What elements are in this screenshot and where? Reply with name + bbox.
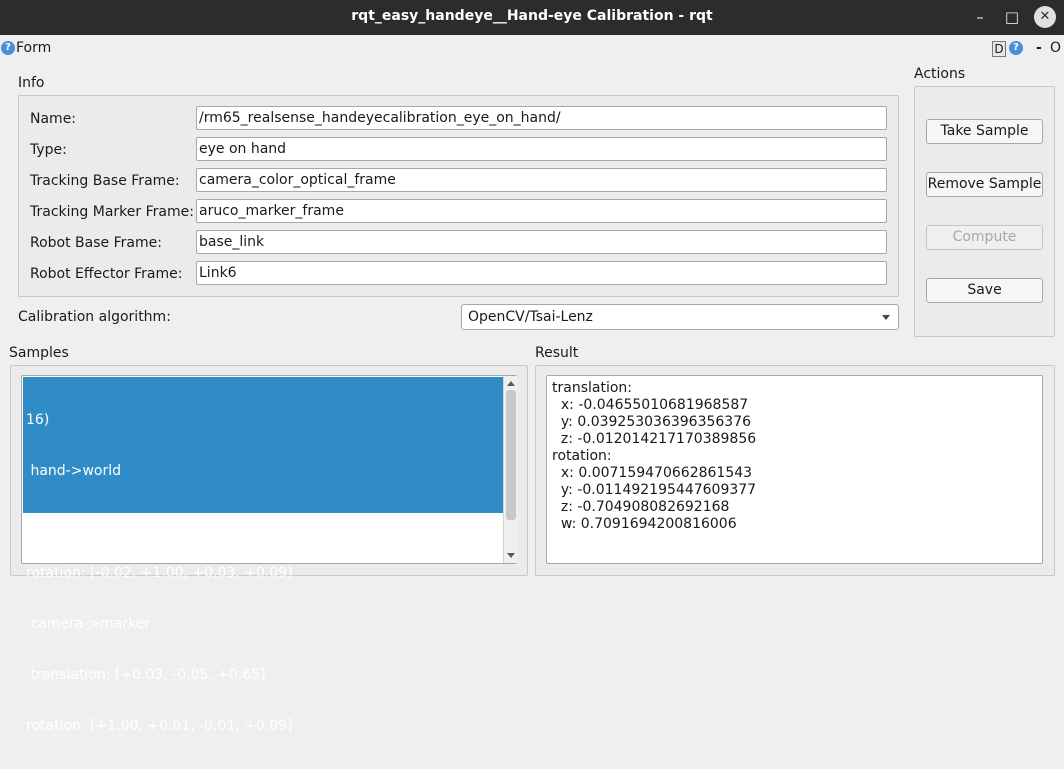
result-line: w: 0.7091694200816006	[552, 516, 737, 532]
sample-line: hand->world	[26, 463, 121, 479]
samples-list[interactable]: 16) hand->world translation: [+0.22, -0.…	[21, 375, 517, 734]
sample-line: translation: [+0.22, -0.02, +0.33]	[26, 514, 266, 530]
sample-line: rotation: [+1.00, +0.01, -0.01, +0.09]	[26, 718, 293, 734]
chevron-down-icon	[882, 315, 890, 320]
result-line: y: 0.039253036396356376	[552, 414, 752, 430]
close-icon[interactable]: ✕	[1034, 6, 1056, 28]
window-titlebar: rqt_easy_handeye__Hand-eye Calibration -…	[0, 0, 1064, 35]
robot-effector-frame-label: Robot Effector Frame:	[30, 266, 183, 282]
result-line: x: 0.007159470662861543	[552, 465, 753, 481]
minimize-icon[interactable]: –	[969, 6, 991, 28]
robot-base-frame-field[interactable]	[196, 230, 887, 254]
scroll-thumb[interactable]	[506, 390, 516, 520]
tracking-marker-frame-field[interactable]	[196, 199, 887, 223]
dock-button[interactable]: D	[992, 41, 1006, 57]
scroll-down-icon[interactable]	[507, 553, 515, 558]
minimize-plugin-button[interactable]: -	[1036, 40, 1042, 56]
info-group-title: Info	[18, 75, 45, 91]
plugin-title: Form	[16, 40, 52, 56]
scroll-up-icon[interactable]	[507, 381, 515, 386]
robot-base-frame-label: Robot Base Frame:	[30, 235, 162, 251]
result-line: y: -0.011492195447609377	[552, 482, 757, 498]
maximize-icon[interactable]: □	[1001, 6, 1023, 28]
samples-group-title: Samples	[9, 345, 69, 361]
tracking-base-frame-label: Tracking Base Frame:	[30, 173, 180, 189]
result-line: z: -0.012014217170389856	[552, 431, 757, 447]
list-item[interactable]: 16) hand->world translation: [+0.22, -0.…	[23, 377, 503, 734]
result-group-title: Result	[535, 345, 579, 361]
actions-group-title: Actions	[914, 66, 966, 82]
result-line: z: -0.704908082692168	[552, 499, 730, 515]
name-label: Name:	[30, 111, 77, 127]
save-button[interactable]: Save	[926, 278, 1043, 303]
sample-line: 16)	[26, 412, 50, 428]
result-line: translation:	[552, 380, 632, 396]
result-text[interactable]: translation: x: -0.04655010681968587 y: …	[546, 375, 1043, 564]
tracking-base-frame-field[interactable]	[196, 168, 887, 192]
type-label: Type:	[30, 142, 67, 158]
algorithm-label: Calibration algorithm:	[18, 309, 171, 325]
result-line: x: -0.04655010681968587	[552, 397, 749, 413]
plugin-bar: ? Form D ? - O	[0, 40, 1064, 60]
type-field[interactable]	[196, 137, 887, 161]
samples-scrollbar[interactable]	[503, 376, 517, 563]
window-title: rqt_easy_handeye__Hand-eye Calibration -…	[351, 8, 713, 24]
algorithm-selected-value: OpenCV/Tsai-Lenz	[468, 309, 593, 325]
algorithm-select[interactable]: OpenCV/Tsai-Lenz	[461, 304, 899, 330]
result-line: rotation:	[552, 448, 612, 464]
sample-line: rotation: [-0.02, +1.00, +0.03, +0.09]	[26, 565, 293, 581]
help-icon-2[interactable]: ?	[1009, 41, 1023, 55]
sample-line: translation: [+0.03, -0.05, +0.65]	[26, 667, 266, 683]
remove-sample-button[interactable]: Remove Sample	[926, 172, 1043, 197]
close-plugin-button[interactable]: O	[1050, 40, 1061, 56]
tracking-marker-frame-label: Tracking Marker Frame:	[30, 204, 194, 220]
compute-button[interactable]: Compute	[926, 225, 1043, 250]
name-field[interactable]	[196, 106, 887, 130]
help-icon[interactable]: ?	[1, 41, 15, 55]
sample-line: camera->marker	[26, 616, 151, 632]
take-sample-button[interactable]: Take Sample	[926, 119, 1043, 144]
robot-effector-frame-field[interactable]	[196, 261, 887, 285]
